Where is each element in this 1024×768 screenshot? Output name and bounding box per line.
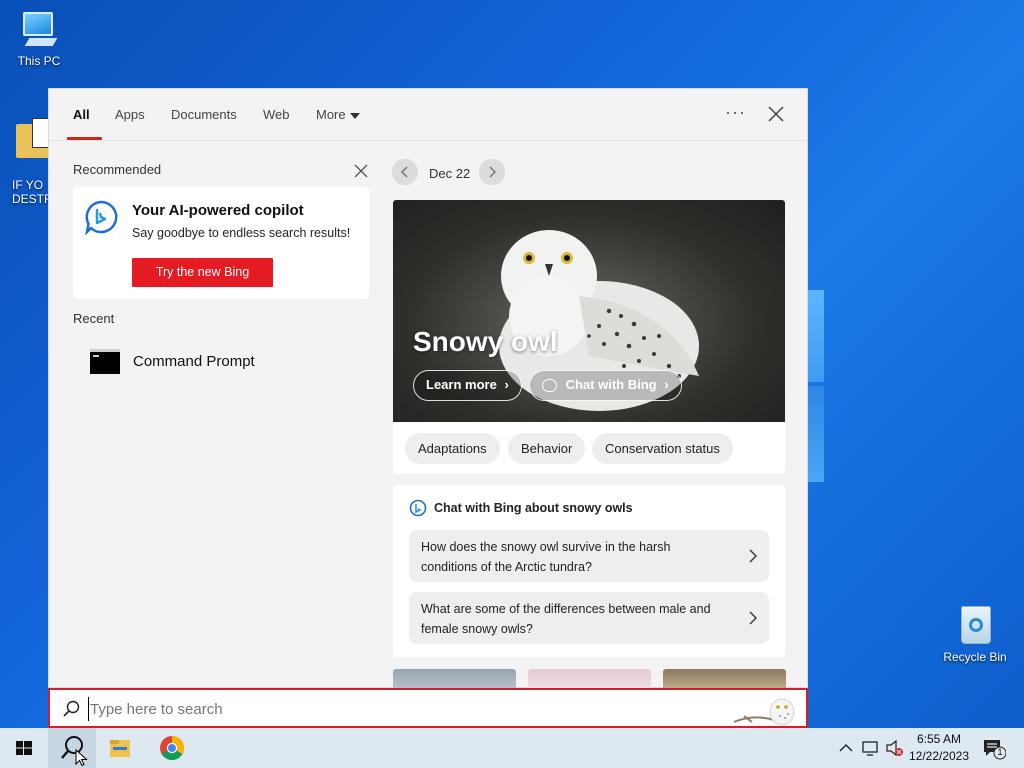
network-icon[interactable]	[860, 728, 882, 768]
active-tab-indicator	[67, 137, 102, 140]
tab-apps[interactable]: Apps	[115, 107, 145, 122]
chevron-right-icon	[749, 549, 757, 563]
ellipsis-icon[interactable]: ···	[725, 102, 746, 123]
taskbar: 6:55 AM 12/22/2023 1	[0, 728, 1024, 768]
tab-all[interactable]: All	[73, 107, 90, 122]
start-icon[interactable]	[0, 728, 48, 768]
clock[interactable]: 6:55 AM 12/22/2023	[904, 731, 974, 765]
topic-tags: Adaptations Behavior Conservation status	[393, 422, 785, 474]
search-box[interactable]	[48, 688, 808, 728]
previous-day-button[interactable]	[392, 159, 418, 185]
learn-more-button[interactable]: Learn more ›	[413, 370, 522, 401]
chevron-right-icon: ›	[504, 377, 509, 392]
highlight-date: Dec 22	[429, 166, 471, 181]
desktop-icon-label: Recycle Bin	[943, 650, 1007, 664]
search-input[interactable]	[88, 697, 688, 721]
recent-item-command-prompt[interactable]: Command Prompt	[73, 339, 369, 385]
dismiss-icon[interactable]	[353, 163, 369, 179]
desktop-icon-recycle-bin[interactable]: Recycle Bin	[936, 602, 1014, 664]
search-icon	[63, 700, 80, 717]
close-icon[interactable]	[765, 103, 787, 125]
chevron-right-icon	[749, 611, 757, 625]
clock-date: 12/22/2023	[908, 749, 970, 763]
tag-conservation-status[interactable]: Conservation status	[592, 433, 733, 464]
next-day-button[interactable]	[479, 159, 505, 185]
chat-question-text: How does the snowy owl survive in the ha…	[421, 540, 671, 574]
chevron-down-icon	[349, 112, 360, 119]
tag-adaptations[interactable]: Adaptations	[405, 433, 500, 464]
bing-logo-icon	[85, 200, 118, 235]
copilot-card: Your AI-powered copilot Say goodbye to e…	[73, 187, 369, 299]
snowy-owl-hero[interactable]: Snowy owl Learn more › Chat with Bing ›	[393, 200, 785, 422]
tab-web[interactable]: Web	[263, 107, 290, 122]
desktop-icon-label: This PC	[17, 54, 61, 68]
hero-title: Snowy owl	[413, 326, 558, 357]
recent-item-label: Command Prompt	[133, 353, 255, 370]
chat-question-text: What are some of the differences between…	[421, 602, 711, 636]
chrome-icon[interactable]	[148, 728, 196, 768]
computer-icon	[17, 10, 61, 50]
show-hidden-icons-chevron-icon[interactable]	[836, 728, 856, 768]
clock-time: 6:55 AM	[916, 732, 962, 746]
tag-behavior[interactable]: Behavior	[508, 433, 586, 464]
snowy-owl-decoration	[734, 698, 795, 726]
tab-more-label: More	[316, 107, 346, 122]
recommended-heading: Recommended	[73, 162, 162, 177]
desktop-icon-this-pc[interactable]: This PC	[0, 10, 78, 68]
chat-question[interactable]: What are some of the differences between…	[409, 592, 769, 644]
volume-muted-icon[interactable]	[884, 728, 906, 768]
copilot-card-title: Your AI-powered copilot	[132, 202, 304, 219]
search-tabs: All Apps Documents Web More ···	[49, 89, 807, 141]
tab-documents[interactable]: Documents	[171, 107, 237, 122]
copilot-card-subtitle: Say goodbye to endless search results!	[132, 226, 351, 240]
wallpaper-beam	[808, 290, 824, 382]
chevron-right-icon: ›	[664, 377, 669, 392]
tab-more[interactable]: More	[316, 107, 360, 122]
chat-with-bing-button[interactable]: Chat with Bing ›	[529, 370, 682, 401]
chat-question[interactable]: How does the snowy owl survive in the ha…	[409, 530, 769, 582]
learn-more-label: Learn more	[426, 377, 497, 392]
bing-chat-icon	[409, 499, 427, 517]
notification-count: 1	[997, 747, 1003, 757]
chat-suggestions-card: Chat with Bing about snowy owls How does…	[393, 485, 785, 657]
search-icon[interactable]	[48, 728, 96, 768]
related-thumbnail[interactable]	[528, 669, 651, 689]
recycle-bin-icon	[957, 602, 993, 646]
try-new-bing-button[interactable]: Try the new Bing	[132, 258, 273, 287]
wallpaper-beam	[808, 386, 824, 482]
chat-heading: Chat with Bing about snowy owls	[434, 501, 633, 515]
action-center-button[interactable]: 1	[980, 728, 1010, 768]
chat-bubble-icon	[542, 379, 557, 393]
file-explorer-icon[interactable]	[96, 728, 144, 768]
search-panel: All Apps Documents Web More ··· Recommen…	[48, 88, 808, 689]
recent-heading: Recent	[73, 311, 115, 326]
related-thumbnail[interactable]	[663, 669, 786, 689]
related-thumbnail[interactable]	[393, 669, 516, 689]
command-prompt-icon	[90, 349, 120, 374]
chat-with-bing-label: Chat with Bing	[565, 377, 657, 392]
